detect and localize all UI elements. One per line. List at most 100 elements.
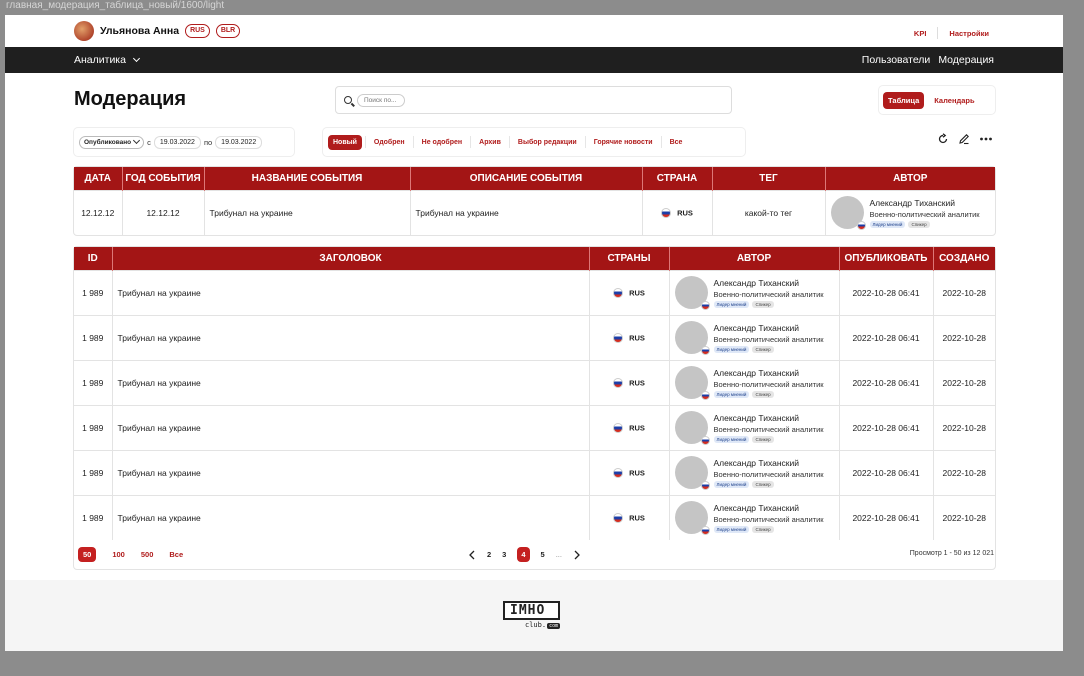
page-size-all[interactable]: Все	[169, 550, 183, 559]
country-code: RUS	[629, 423, 645, 433]
page-size-100[interactable]: 100	[112, 550, 125, 559]
author-card[interactable]: Александр Тиханский Военно-политический а…	[674, 276, 834, 310]
footer: IMHO club. com	[5, 580, 1063, 651]
view-info: Просмотр 1 - 50 из 12 021	[909, 550, 994, 557]
articles-table-header: ID ЗАГОЛОВОК СТРАНЫ АВТОР ОПУБЛИКОВАТЬ С…	[74, 247, 995, 270]
lang-blr[interactable]: BLR	[215, 24, 241, 38]
table-row[interactable]: 1 989 Трибунал на украине RUS Александр Тих…	[74, 359, 995, 405]
col-title[interactable]: ЗАГОЛОВОК	[112, 247, 590, 270]
refresh-icon[interactable]	[937, 133, 949, 145]
page-5[interactable]: 5	[541, 550, 545, 559]
cell-created: 2022-10-28	[933, 359, 995, 405]
more-icon[interactable]	[979, 133, 993, 145]
author-name: Александр Тиханский	[869, 197, 956, 208]
user-block[interactable]: Ульянова Анна RUS BLR	[74, 21, 241, 41]
status-tab-hot-news[interactable]: Горячие новости	[589, 135, 658, 150]
page-4[interactable]: 4	[517, 547, 530, 562]
status-tab-new[interactable]: Новый	[328, 134, 362, 150]
col-countries[interactable]: СТРАНЫ	[589, 247, 670, 270]
tab-calendar[interactable]: Календарь	[934, 96, 974, 105]
cell-author: Александр Тиханский Военно-политический а…	[669, 449, 840, 495]
author-card[interactable]: Александр Тиханский Военно-политический а…	[674, 321, 834, 355]
flag-rus-icon	[856, 221, 866, 231]
author-card[interactable]: Александр Тиханский Военно-политический а…	[674, 366, 834, 400]
page-numbers: 2 3 4 5 ...	[468, 547, 581, 562]
col-event-year[interactable]: ГОД СОБЫТИЯ	[122, 167, 205, 190]
author-card[interactable]: Александр Тиханский Военно-политический …	[830, 196, 991, 231]
page-ellipsis: ...	[555, 550, 562, 559]
table-row[interactable]: 1 989 Трибунал на украине RUS Александр Тих…	[74, 404, 995, 450]
author-tag: Спикер	[752, 480, 774, 488]
cell-tag: какой-то тег	[712, 189, 826, 235]
nav-users[interactable]: Пользователи	[862, 54, 931, 66]
cell-title: Трибунал на украине	[112, 269, 590, 315]
table-row[interactable]: 1 989 Трибунал на украине RUS Александр Тих…	[74, 269, 995, 315]
search-input[interactable]	[357, 93, 405, 107]
col-event-description[interactable]: ОПИСАНИЕ СОБЫТИЯ	[410, 167, 643, 190]
cell-created: 2022-10-28	[933, 494, 995, 540]
kpi-link[interactable]: KPI	[914, 29, 927, 38]
imho-logo[interactable]: IMHO club. com	[503, 601, 561, 629]
author-role: Военно-политический аналитик	[713, 424, 824, 434]
author-card[interactable]: Александр Тиханский Военно-политический а…	[674, 411, 834, 445]
author-role: Военно-политический аналитик	[713, 334, 824, 344]
user-avatar[interactable]	[74, 21, 94, 41]
cell-created: 2022-10-28	[933, 314, 995, 360]
col-event-name[interactable]: НАЗВАНИЕ СОБЫТИЯ	[204, 167, 411, 190]
author-name: Александр Тиханский	[713, 367, 800, 378]
flag-rus-icon	[700, 391, 710, 400]
col-date[interactable]: ДАТА	[74, 167, 123, 190]
logo-badge: com	[547, 623, 561, 629]
tab-table[interactable]: Таблица	[883, 91, 925, 109]
to-date-field[interactable]: 19.03.2022	[215, 135, 263, 149]
table-row[interactable]: 1 989 Трибунал на украине RUS Александр Тих…	[74, 494, 995, 540]
flag-rus-icon	[613, 513, 624, 524]
page-size-500[interactable]: 500	[141, 550, 154, 559]
status-tab-approved[interactable]: Одобрен	[369, 135, 410, 150]
nav-moderation[interactable]: Модерация	[938, 54, 994, 66]
divider	[508, 136, 510, 148]
status-tab-archive[interactable]: Архив	[474, 135, 506, 150]
col-country[interactable]: СТРАНА	[642, 167, 713, 190]
cell-date: 12.12.12	[74, 189, 123, 235]
analytics-menu[interactable]: Аналитика	[74, 54, 140, 66]
from-date-field[interactable]: 19.03.2022	[153, 135, 201, 149]
author-card[interactable]: Александр Тиханский Военно-политический а…	[674, 501, 834, 536]
cell-country: RUS	[589, 449, 670, 495]
edit-icon[interactable]	[958, 133, 970, 145]
col-author[interactable]: АВТОР	[669, 247, 840, 270]
flag-rus-icon	[613, 332, 624, 343]
status-tab-all[interactable]: Все	[665, 135, 688, 150]
logo-text: IMHO	[503, 601, 561, 620]
author-name: Александр Тиханский	[713, 277, 800, 288]
col-publish[interactable]: ОПУБЛИКОВАТЬ	[839, 247, 934, 270]
col-created[interactable]: СОЗДАНО	[933, 247, 995, 270]
settings-link[interactable]: Настройки	[949, 29, 989, 38]
cell-id: 1 989	[74, 494, 113, 540]
author-tag: Спикер	[752, 390, 774, 398]
status-tab-editors-choice[interactable]: Выбор редакции	[513, 135, 582, 150]
lang-rus[interactable]: RUS	[185, 24, 210, 38]
table-row[interactable]: 12.12.12 12.12.12 Трибунал на украине Тр…	[74, 189, 995, 235]
status-select[interactable]: Опубликовано	[79, 135, 145, 149]
col-id[interactable]: ID	[74, 247, 113, 270]
page-2[interactable]: 2	[487, 550, 491, 559]
avatar	[674, 411, 710, 445]
page-3[interactable]: 3	[502, 550, 506, 559]
col-tag[interactable]: ТЕГ	[712, 167, 826, 190]
analytics-label: Аналитика	[74, 54, 126, 66]
author-tag: Лидер мнений	[869, 220, 906, 228]
status-tab-rejected[interactable]: Не одобрен	[417, 135, 468, 150]
page-size-50[interactable]: 50	[78, 547, 97, 562]
chevron-left-icon[interactable]	[468, 550, 476, 560]
table-row[interactable]: 1 989 Трибунал на украине RUS Александр Тих…	[74, 314, 995, 360]
search-bar[interactable]	[335, 86, 732, 114]
col-author[interactable]: АВТОР	[825, 167, 995, 190]
flag-rus-icon	[613, 422, 624, 433]
table-row[interactable]: 1 989 Трибунал на украине RUS Александр Тих…	[74, 449, 995, 495]
author-card[interactable]: Александр Тиханский Военно-политический а…	[674, 456, 834, 490]
events-table-header: ДАТА ГОД СОБЫТИЯ НАЗВАНИЕ СОБЫТИЯ ОПИСАН…	[74, 167, 995, 190]
from-label: с	[147, 137, 151, 147]
divider	[660, 136, 662, 148]
chevron-right-icon[interactable]	[573, 550, 581, 560]
